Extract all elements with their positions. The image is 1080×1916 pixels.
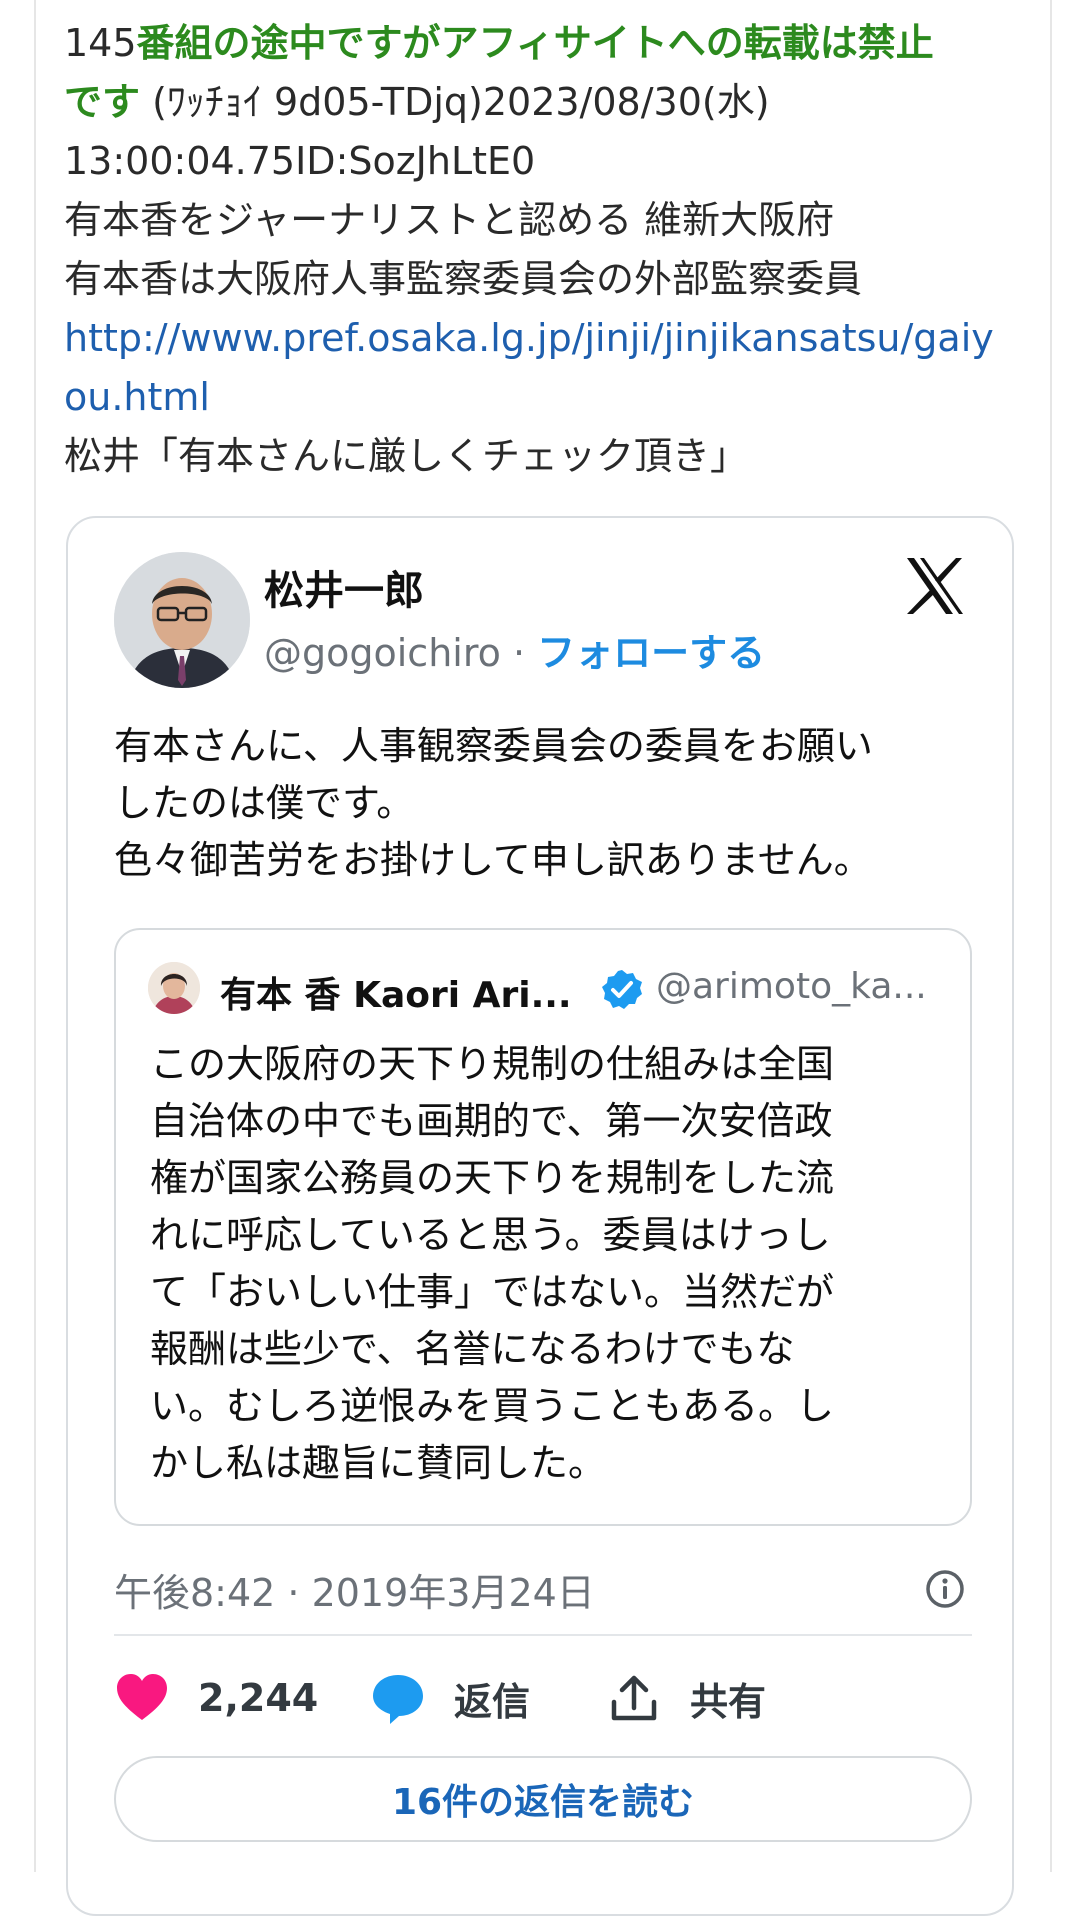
post-body-line: 松井「有本さんに厳しくチェック頂き」 [64, 434, 749, 478]
quote-author-avatar[interactable] [148, 962, 200, 1014]
divider [114, 1634, 972, 1636]
quote-text-line: 報酬は些少で、名誉になるわけでもな [150, 1327, 795, 1371]
tweet-text-line: 色々御苦労をお掛けして申し訳ありません。 [114, 838, 872, 882]
post-header-line1: 145番組の途中ですがアフィサイトへの転載は禁止 [64, 14, 1024, 73]
quote-text-line: かし私は趣旨に賛同した。 [150, 1441, 607, 1485]
like-count: 2,244 [198, 1676, 319, 1720]
info-icon[interactable] [924, 1568, 966, 1610]
verified-badge-icon [602, 970, 642, 1009]
x-logo-icon[interactable] [904, 556, 966, 616]
post-meta: (ﾜｯﾁｮｲ 9d05-TDjq)2023/08/30(水) [140, 80, 770, 124]
post-link-cont[interactable]: ou.html [64, 368, 1024, 427]
tweet-text: 有本さんに、人事観察委員会の委員をお願い したのは僕です。 色々御苦労をお掛けし… [114, 718, 974, 889]
quote-text-line: この大阪府の天下り規制の仕組みは全国 [150, 1042, 835, 1086]
quote-text: この大阪府の天下り規制の仕組みは全国 自治体の中でも画期的で、第一次安倍政 権が… [150, 1036, 950, 1492]
quote-text-line: て「おいしい仕事」ではない。当然だが [150, 1270, 835, 1314]
follow-button[interactable]: フォローする [537, 631, 765, 675]
quote-text-line: い。むしろ逆恨みを買うこともある。し [150, 1384, 835, 1428]
like-button[interactable]: 2,244 [114, 1662, 318, 1734]
read-replies-button[interactable]: 16件の返信を読む [114, 1756, 972, 1842]
quoted-tweet[interactable]: 有本 香 Kaori Ari... @arimoto_ka... この大阪府の天… [114, 928, 972, 1526]
share-button[interactable]: 共有 [606, 1662, 766, 1734]
post-link[interactable]: http://www.pref.osaka.lg.jp/jinji/jinjik… [64, 309, 1024, 368]
author-handle-row: @gogoichiro · フォローする [264, 622, 765, 677]
handle-separator: · [500, 631, 538, 675]
quote-text-line: 自治体の中でも画期的で、第一次安倍政 [150, 1099, 833, 1143]
quote-text-line: れに呼応していると思う。委員はけっし [150, 1213, 831, 1257]
bbs-post: 145番組の途中ですがアフィサイトへの転載は禁止 です (ﾜｯﾁｮｲ 9d05-… [64, 14, 1024, 486]
embedded-tweet[interactable]: 松井一郎 @gogoichiro · フォローする 有本さんに、人事観察委員会の… [66, 516, 1014, 1916]
author-handle[interactable]: @gogoichiro [264, 631, 501, 675]
post-name: 番組の途中ですがアフィサイトへの転載は禁止 [136, 21, 934, 65]
quote-author-name[interactable]: 有本 香 Kaori Ari... [220, 966, 572, 1018]
share-label: 共有 [690, 1679, 767, 1724]
heart-icon [117, 1674, 167, 1720]
post-link-text[interactable]: http://www.pref.osaka.lg.jp/jinji/jinjik… [64, 316, 994, 360]
post-header-line2: です (ﾜｯﾁｮｲ 9d05-TDjq)2023/08/30(水) [64, 73, 1024, 132]
tweet-text-line: 有本さんに、人事観察委員会の委員をお願い [114, 724, 873, 768]
post-id-line: 13:00:04.75ID:SozJhLtE0 [64, 139, 536, 183]
post-name-cont: です [64, 80, 141, 124]
author-avatar[interactable] [114, 552, 250, 688]
tweet-actions: 2,244 返信 共有 [114, 1662, 972, 1734]
post-number[interactable]: 145 [64, 21, 137, 65]
share-icon [611, 1675, 657, 1721]
post-body-line: 有本香は大阪府人事監察委員会の外部監察委員 [64, 257, 863, 301]
reply-bubble-icon [373, 1675, 423, 1724]
quote-text-line: 権が国家公務員の天下りを規制をした流 [150, 1156, 835, 1200]
author-name[interactable]: 松井一郎 [264, 558, 424, 616]
quote-author-handle[interactable]: @arimoto_ka... [656, 966, 927, 1007]
reply-button[interactable]: 返信 [370, 1662, 530, 1734]
reply-label: 返信 [454, 1679, 531, 1724]
post-link-text-cont[interactable]: ou.html [64, 375, 210, 419]
tweet-timestamp[interactable]: 午後8:42 · 2019年3月24日 [114, 1562, 595, 1617]
tweet-text-line: したのは僕です。 [114, 781, 415, 825]
post-body-line: 有本香をジャーナリストと認める 維新大阪府 [64, 198, 835, 242]
